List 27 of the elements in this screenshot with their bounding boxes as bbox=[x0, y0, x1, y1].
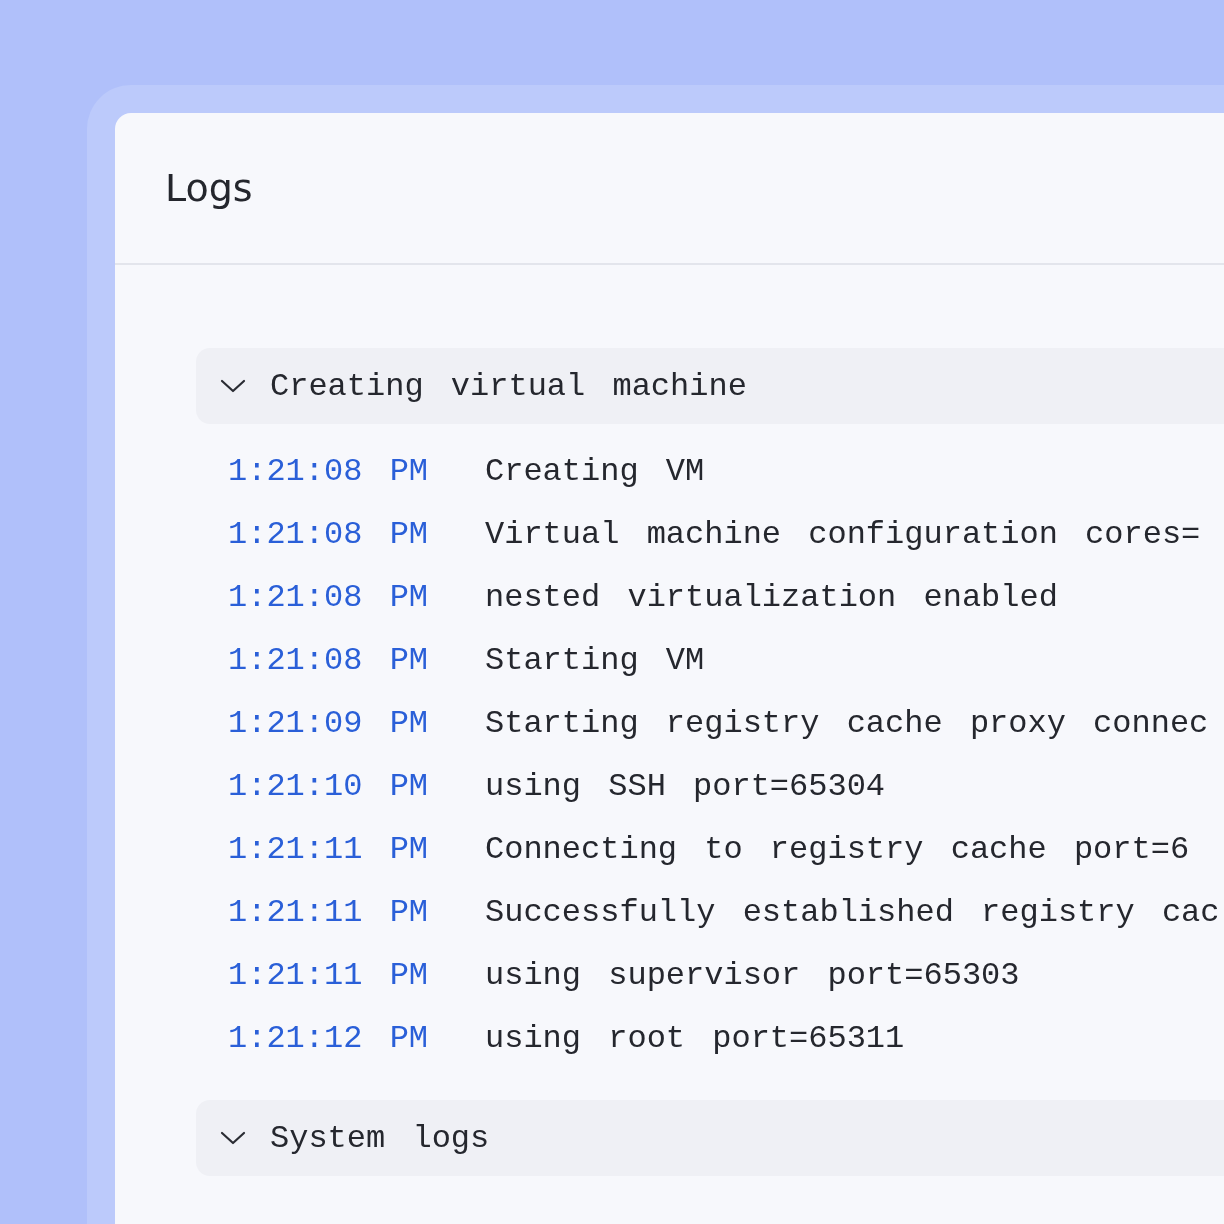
log-timestamp: 1:21:08 PM bbox=[228, 516, 430, 553]
chevron-down-icon bbox=[220, 1130, 246, 1146]
group-title: System logs bbox=[270, 1119, 490, 1157]
log-timestamp: 1:21:08 PM bbox=[228, 579, 430, 616]
log-message: nested virtualization enabled bbox=[485, 579, 1058, 616]
log-timestamp: 1:21:10 PM bbox=[228, 768, 430, 805]
log-message: using supervisor port=65303 bbox=[485, 957, 1020, 994]
log-timestamp: 1:21:11 PM bbox=[228, 894, 430, 931]
log-timestamp: 1:21:08 PM bbox=[228, 453, 430, 490]
log-message: using root port=65311 bbox=[485, 1020, 905, 1057]
log-message: Creating VM bbox=[485, 453, 705, 490]
log-message: Starting VM bbox=[485, 642, 705, 679]
chevron-down-icon bbox=[220, 378, 246, 394]
log-timestamp: 1:21:09 PM bbox=[228, 705, 430, 742]
log-group-header[interactable]: Creating virtual machine bbox=[196, 348, 1224, 424]
log-timestamp: 1:21:11 PM bbox=[228, 957, 430, 994]
log-message: Connecting to registry cache port=6 bbox=[485, 831, 1190, 868]
log-timestamp: 1:21:12 PM bbox=[228, 1020, 430, 1057]
group-title: Creating virtual machine bbox=[270, 367, 747, 405]
log-message: Virtual machine configuration cores= bbox=[485, 516, 1201, 553]
log-timestamp: 1:21:11 PM bbox=[228, 831, 430, 868]
panel-title: Logs bbox=[165, 166, 253, 210]
log-group-header[interactable]: System logs bbox=[196, 1100, 1224, 1176]
log-message: Successfully established registry cac bbox=[485, 894, 1220, 931]
log-message: using SSH port=65304 bbox=[485, 768, 886, 805]
log-timestamp: 1:21:08 PM bbox=[228, 642, 430, 679]
log-message: Starting registry cache proxy connec bbox=[485, 705, 1209, 742]
